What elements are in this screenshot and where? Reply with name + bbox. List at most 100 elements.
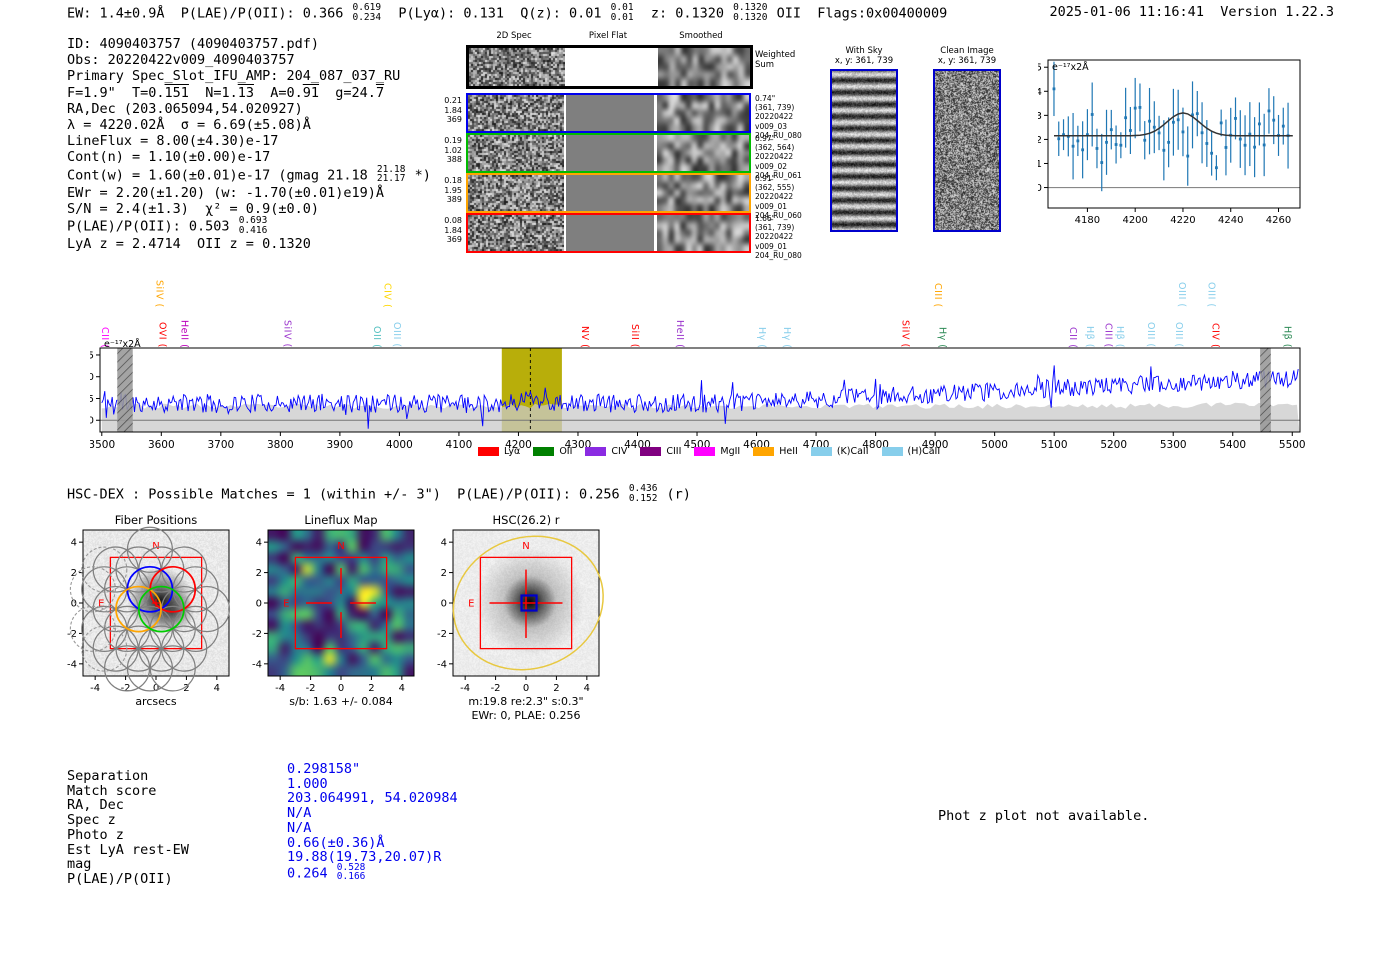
clean-image-title-text: Clean Image <box>940 46 994 56</box>
info-line: λ = 4220.02Å σ = 6.69(±5.08)Å <box>67 117 311 134</box>
legend-label: (H)CaII <box>907 446 941 457</box>
emission-line-label: OIII ( <box>1176 282 1188 308</box>
with-sky-image <box>832 71 896 230</box>
info-line: Obs: 20220422v009_4090403757 <box>67 52 295 69</box>
legend-label: OII <box>559 446 573 457</box>
svg-text:2.5: 2.5 <box>90 394 94 405</box>
spec2d-flat-image <box>567 48 655 86</box>
detection-info-block: ID: 4090403757 (4090403757.pdf) Obs: 2022… <box>67 36 431 252</box>
with-sky-image-frame <box>830 69 898 232</box>
match-table-label: P(LAE)/P(OII) <box>67 870 173 887</box>
match-table-value: 1.000 <box>287 775 328 792</box>
spec2d-2d-image <box>468 175 564 211</box>
legend-item: (H)CaII <box>881 446 941 457</box>
match-table-label: Separation <box>67 768 149 784</box>
svg-text:3500: 3500 <box>90 439 115 451</box>
svg-text:5200: 5200 <box>1100 439 1127 451</box>
catalog-match-table: Separation 0.298158" Match score 1.000 RA, D… <box>67 761 587 903</box>
legend-swatch <box>810 447 832 456</box>
svg-text:3700: 3700 <box>207 439 234 451</box>
emission-line-label: SiIV ( <box>153 280 165 308</box>
fiber-positions-panel: Fiber Positions -4 -4 -2 -2 0 0 2 2 4 4 N Earcsecs <box>55 512 245 730</box>
hsc-dex-match-summary: HSC-DEX : Possible Matches = 1 (within +… <box>67 483 691 504</box>
svg-text:e⁻¹⁷x2Å: e⁻¹⁷x2Å <box>1052 61 1089 73</box>
clean-image-coords: x, y: 361, 739 <box>937 56 997 66</box>
svg-text:0: 0 <box>71 599 77 610</box>
spec2d-2d-image <box>468 135 564 171</box>
phot-z-note: Phot z plot not available. <box>938 808 1150 824</box>
info-line: LyA z = 2.4714 OII z = 0.1320 <box>67 236 311 253</box>
svg-text:4: 4 <box>1038 87 1042 98</box>
svg-text:E: E <box>283 599 289 610</box>
svg-text:N: N <box>152 541 159 552</box>
spec2d-smoothed-image <box>657 215 749 251</box>
info-line: Primary Spec_Slot_IFU_AMP: 204_087_037_R… <box>67 68 401 85</box>
line-fit-plot: 0 1 2 3 4 5 4180 4200 4220 4240 4260 e⁻¹⁷x2Å <box>1038 52 1310 228</box>
legend-swatch <box>640 447 662 456</box>
header-timestamp: 2025-01-06 11:16:41 Version 1.22.3 <box>1049 4 1334 20</box>
spec2d-flat-image <box>566 215 654 251</box>
spec2d-smoothed-image <box>658 48 750 86</box>
clean-image <box>935 71 999 230</box>
legend-label: (K)CaII <box>836 446 869 457</box>
svg-text:5100: 5100 <box>1041 439 1068 451</box>
svg-text:4: 4 <box>214 683 220 694</box>
info-line: Cont(w) = 1.60(±0.01)e-17 (gmag 21.18 21… <box>67 163 431 185</box>
svg-text:4220: 4220 <box>1170 215 1195 226</box>
spec2d-panel: 2D Spec Pixel Flat Smoothed Weighted Sum 0.21… <box>418 30 848 270</box>
info-line: EWr = 2.20(±1.20) (w: -1.70(±0.01)e19)Å <box>67 184 384 201</box>
match-table-value: 0.264 0.528 0.166 <box>287 861 366 883</box>
svg-text:0: 0 <box>338 683 344 694</box>
svg-text:-4: -4 <box>90 683 100 694</box>
match-table-value: N/A <box>287 805 312 822</box>
svg-text:4: 4 <box>256 538 262 549</box>
spec2d-row-left-labels: 0.19 1.02 388 <box>444 136 462 165</box>
spec2d-row <box>466 213 751 253</box>
spec2d-row-right-labels: 1.66" (361, 739) 20220422 v009_01 204_RU_080 <box>755 214 802 260</box>
svg-text:4200: 4200 <box>1122 215 1147 226</box>
hsc_cutout-overlay-svg: HSC(26.2) r -4 -4 -2 -2 0 0 2 2 4 4 N Em:19.8 re:2.3… <box>437 513 604 722</box>
match-table-label: Match score <box>67 782 157 799</box>
legend-item: CIV <box>585 446 627 457</box>
svg-text:m:19.8 re:2.3" s:0.3": m:19.8 re:2.3" s:0.3" <box>468 695 583 708</box>
svg-text:3800: 3800 <box>267 439 294 451</box>
svg-text:-4: -4 <box>67 659 77 670</box>
svg-text:2: 2 <box>256 568 262 579</box>
svg-text:7.5: 7.5 <box>90 350 94 361</box>
svg-text:4260: 4260 <box>1266 215 1291 226</box>
svg-text:-2: -2 <box>491 683 501 694</box>
header-summary-line: EW: 1.4±0.9Å P(LAE)/P(OII): 0.366 0.619 0… <box>67 2 948 23</box>
svg-text:-2: -2 <box>252 629 262 640</box>
emission-line-label: CIV ( <box>381 282 393 308</box>
match-table-label: Spec z <box>67 812 116 829</box>
match-table-value: 203.064991, 54.020984 <box>287 790 458 807</box>
spec2d-2d-image <box>469 48 565 86</box>
svg-text:-4: -4 <box>460 683 470 694</box>
legend-swatch <box>881 447 903 456</box>
spec2d-2d-image <box>468 215 564 251</box>
info-line: ID: 4090403757 (4090403757.pdf) <box>67 36 319 52</box>
spec2d-row-left-labels: 0.18 1.95 389 <box>444 176 462 205</box>
spec2d-smoothed-image <box>657 135 749 171</box>
match-table-value: 0.298158" <box>287 761 361 777</box>
legend-item: (K)CaII <box>810 446 869 457</box>
legend-label: HeII <box>779 446 798 457</box>
fiber_positions-overlay-svg: Fiber Positions-4-4-2-2002244 NEarcsecs <box>67 513 231 708</box>
spec2d-smoothed-image <box>657 95 749 131</box>
legend-label: MgII <box>720 446 741 457</box>
svg-text:Lineflux Map: Lineflux Map <box>304 513 377 527</box>
svg-text:4: 4 <box>584 683 590 694</box>
match-table-label: Est LyA rest-EW <box>67 841 189 858</box>
match-table-label: mag <box>67 856 92 873</box>
svg-text:4: 4 <box>399 683 405 694</box>
legend-swatch <box>753 447 775 456</box>
spec2d-2d-image <box>468 95 564 131</box>
elixer-report-page: EW: 1.4±0.9Å P(LAE)/P(OII): 0.366 0.619 0… <box>0 0 1400 953</box>
legend-label: Lyα <box>504 446 521 457</box>
svg-text:0: 0 <box>523 683 529 694</box>
legend-item: Lyα <box>478 446 520 457</box>
svg-text:-2: -2 <box>437 629 447 640</box>
spec2d-col-title: 2D Spec <box>496 31 532 41</box>
legend-item: CIII <box>640 446 681 457</box>
svg-text:0: 0 <box>153 683 159 694</box>
